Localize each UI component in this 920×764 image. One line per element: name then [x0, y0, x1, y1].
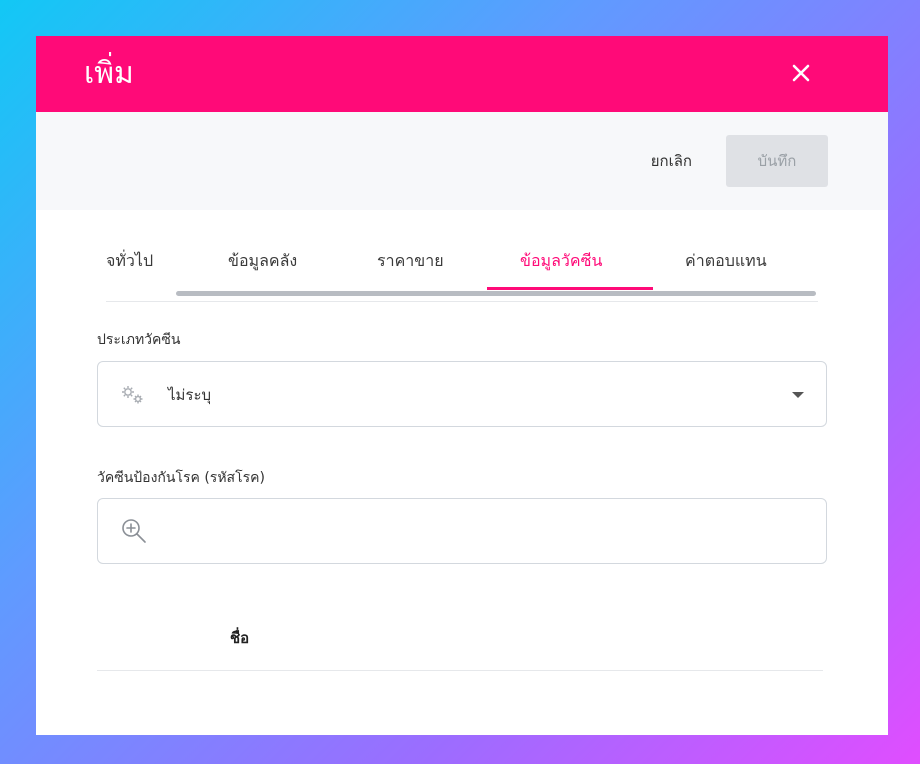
disease-label: วัคซีนป้องกันโรค (รหัสโรค) — [97, 470, 265, 486]
add-modal: เพิ่ม ยกเลิก บันทึก จทั่วไป ข้อมูลคลัง ร… — [36, 36, 888, 735]
cancel-button[interactable]: ยกเลิก — [645, 135, 698, 187]
tab-compensation[interactable]: ค่าตอบแทน — [685, 233, 767, 289]
vaccine-type-label: ประเภทวัคซีน — [97, 332, 181, 348]
tab-inventory[interactable]: ข้อมูลคลัง — [228, 233, 297, 289]
save-button[interactable]: บันทึก — [726, 135, 828, 187]
modal-title: เพิ่ม — [84, 56, 134, 91]
tab-general[interactable]: จทั่วไป — [106, 233, 153, 289]
close-button[interactable] — [784, 56, 818, 90]
modal-toolbar: ยกเลิก บันทึก — [36, 112, 888, 210]
disease-search-input[interactable] — [164, 509, 808, 555]
tab-vaccine-info[interactable]: ข้อมูลวัคซีน — [520, 233, 602, 289]
table-header: ชื่อ — [97, 604, 823, 671]
zoom-in-icon — [122, 519, 146, 543]
tab-scrollbar[interactable] — [176, 291, 816, 296]
tab-bar: จทั่วไป ข้อมูลคลัง ราคาขาย ข้อมูลวัคซีน … — [106, 233, 818, 302]
vaccine-type-select[interactable]: ไม่ระบุ — [97, 361, 827, 427]
modal-header: เพิ่ม — [36, 36, 888, 112]
column-header-name[interactable]: ชื่อ — [230, 626, 249, 650]
chevron-down-icon — [792, 392, 804, 398]
vaccine-type-value: ไม่ระบุ — [168, 386, 212, 404]
gears-icon — [122, 386, 143, 404]
tab-selling-price[interactable]: ราคาขาย — [377, 233, 444, 289]
close-icon — [792, 64, 810, 82]
disease-search-field[interactable] — [97, 498, 827, 564]
active-tab-indicator — [487, 287, 653, 290]
